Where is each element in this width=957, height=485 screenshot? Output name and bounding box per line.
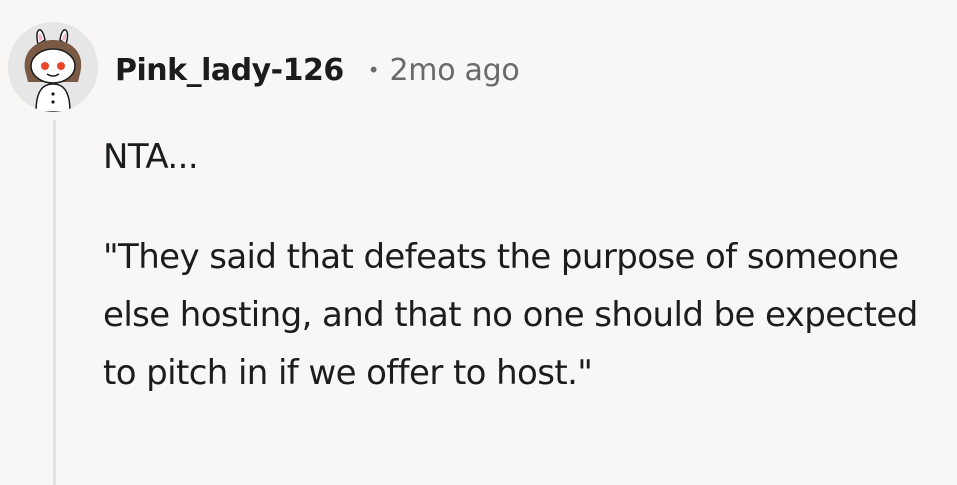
comment-meta: Pink_lady-126 • 2mo ago: [115, 48, 520, 92]
snoo-bunny-avatar-icon: [8, 22, 98, 112]
avatar[interactable]: [8, 22, 98, 112]
thread-line[interactable]: [53, 120, 56, 485]
comment-body: NTA... "They said that defeats the purpo…: [103, 128, 943, 402]
comment-paragraph: "They said that defeats the purpose of s…: [103, 237, 918, 393]
username-link[interactable]: Pink_lady-126: [115, 53, 344, 88]
comment: Pink_lady-126 • 2mo ago NTA... "They sai…: [0, 0, 957, 485]
meta-separator: •: [367, 58, 380, 82]
comment-paragraph: NTA...: [103, 137, 199, 177]
timestamp[interactable]: 2mo ago: [390, 53, 520, 88]
